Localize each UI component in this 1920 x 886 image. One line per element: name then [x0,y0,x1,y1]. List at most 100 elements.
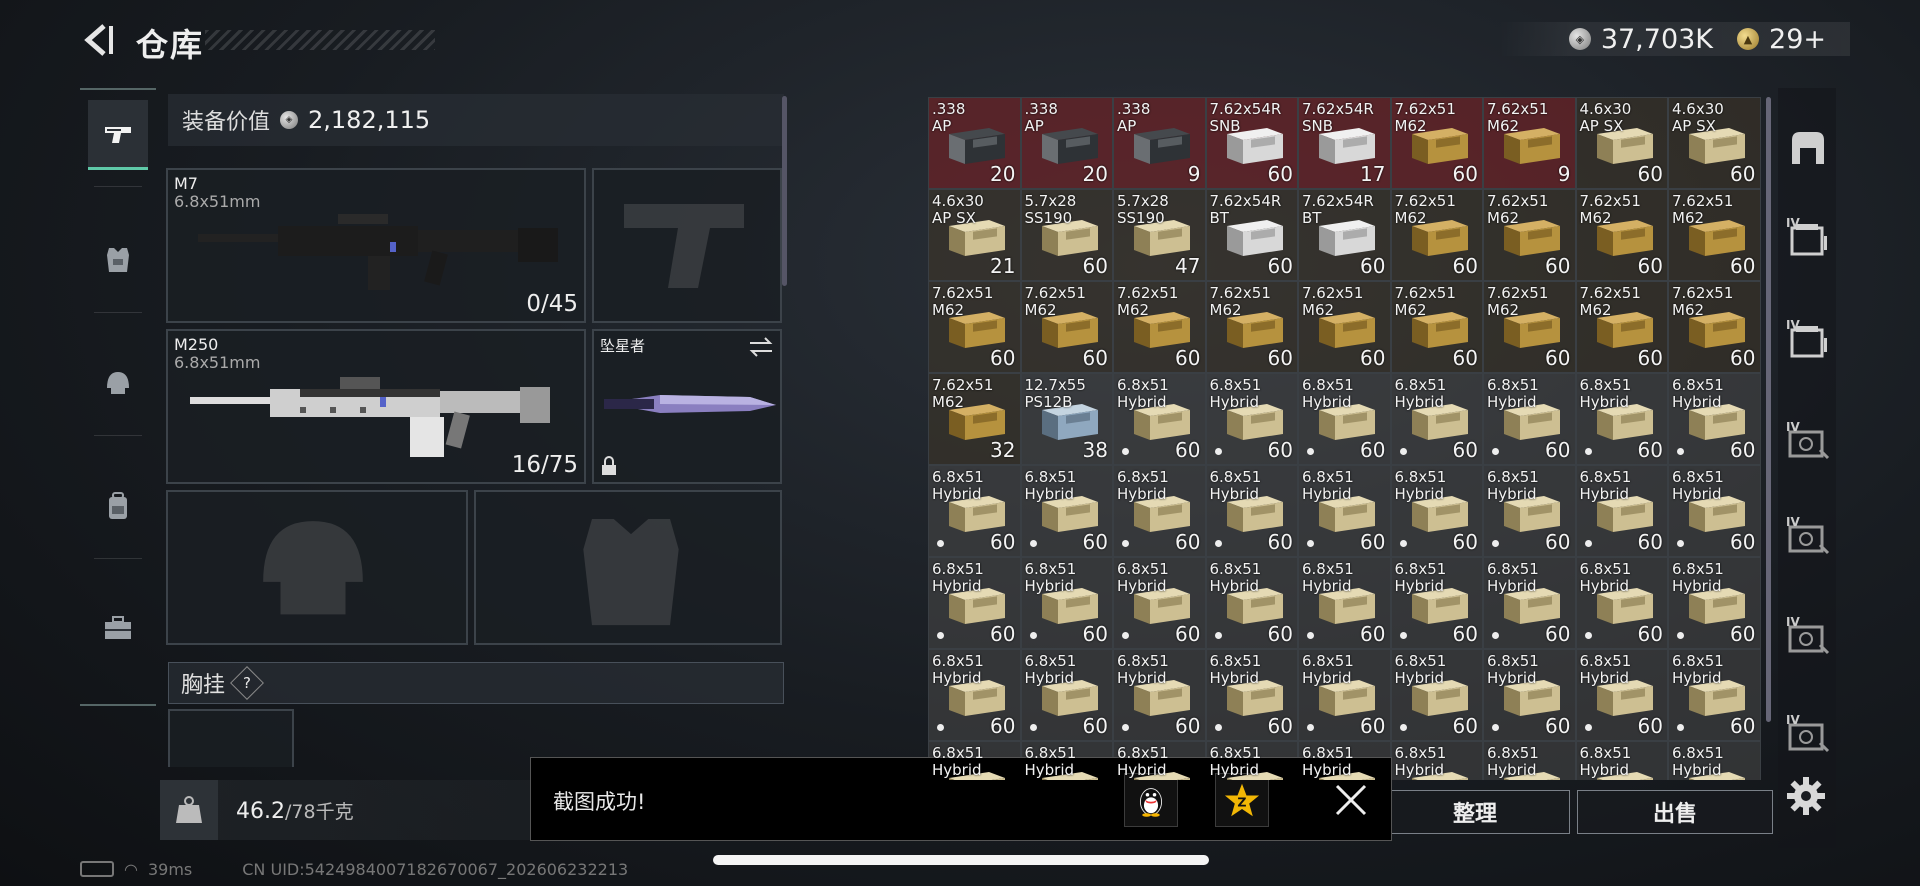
stash-item[interactable]: .338 AP 9 [1113,97,1206,189]
stash-item[interactable]: 7.62x51 M62 60 [1668,281,1761,373]
stash-item[interactable]: 5.7x28 SS190 60 [1020,189,1113,281]
stash-item[interactable]: 6.8x51 Hybrid 60 [1575,557,1668,649]
stash-item[interactable]: 6.8x51 Hybrid 60 [1668,373,1761,465]
stash-item[interactable]: 6.8x51 Hybrid 60 [1575,649,1668,741]
stash-item[interactable]: 4.6x30 AP SX 60 [1575,97,1668,189]
stash-item[interactable]: 5.7x28 SS190 47 [1113,189,1206,281]
helmet-slot[interactable] [166,490,468,645]
melee-slot[interactable]: 坠星者 [592,329,782,484]
stash-item[interactable]: 6.8x51 Hybrid [1575,741,1668,780]
settings-button[interactable] [1783,773,1829,819]
stash-item[interactable]: 6.8x51 Hybrid 60 [1298,465,1391,557]
swap-icon[interactable] [748,337,774,357]
tab-toolbox[interactable] [88,593,148,663]
marker-dot-icon [1307,540,1314,547]
stash-item[interactable]: 6.8x51 Hybrid 60 [1390,649,1483,741]
storage-case-button[interactable]: IV [1786,713,1830,757]
sort-button[interactable]: 整理 [1380,790,1570,834]
stash-item[interactable]: 7.62x51 M62 60 [1575,281,1668,373]
storage-case-button[interactable]: IV [1786,420,1830,464]
help-icon[interactable]: ? [230,666,264,700]
tab-backpack[interactable] [88,471,148,541]
stash-item[interactable]: 6.8x51 Hybrid 60 [1020,465,1113,557]
close-button[interactable] [1331,780,1371,820]
stash-item[interactable]: 7.62x51 M62 60 [1668,189,1761,281]
stash-item[interactable]: 7.62x51 M62 60 [1020,281,1113,373]
stash-item[interactable]: 7.62x51 M62 60 [1483,189,1576,281]
primary-weapon-slot[interactable]: M7 6.8x51mm 0/45 [166,168,586,323]
stash-item[interactable]: 6.8x51 Hybrid [1668,741,1761,780]
stash-item[interactable]: 7.62x51 M62 60 [1205,281,1298,373]
stash-item[interactable]: 6.8x51 Hybrid 60 [928,465,1021,557]
stash-item[interactable]: 7.62x54R BT 60 [1298,189,1391,281]
stash-item[interactable]: 7.62x51 M62 60 [1390,97,1483,189]
stash-item[interactable]: 6.8x51 Hybrid 60 [1483,557,1576,649]
stash-item[interactable]: 6.8x51 Hybrid 60 [1205,649,1298,741]
stash-item[interactable]: 4.6x30 AP SX 60 [1668,97,1761,189]
stash-item[interactable]: 7.62x51 M62 60 [1575,189,1668,281]
stash-item[interactable]: 7.62x51 M62 32 [928,373,1021,465]
stash-item[interactable]: 6.8x51 Hybrid 60 [1113,557,1206,649]
tab-armor[interactable] [88,225,148,295]
equipment-scrollbar[interactable] [782,96,787,286]
sell-button[interactable]: 出售 [1577,790,1773,834]
stash-item[interactable]: 6.8x51 Hybrid 60 [928,649,1021,741]
storage-crate-button[interactable]: IV [1786,318,1830,362]
storage-case-button[interactable]: IV [1786,615,1830,659]
share-qzone-button[interactable]: Z [1215,773,1269,827]
stash-item[interactable]: 6.8x51 Hybrid 60 [1668,557,1761,649]
tab-weapons[interactable] [88,100,148,170]
stash-item[interactable]: 7.62x51 M62 60 [928,281,1021,373]
stash-item[interactable]: 6.8x51 Hybrid 60 [1483,373,1576,465]
storage-case-button[interactable]: IV [1786,515,1830,559]
share-qq-button[interactable] [1124,773,1178,827]
stash-scrollbar[interactable] [1766,97,1771,722]
stash-item[interactable]: 7.62x54R SNB 60 [1205,97,1298,189]
secondary-weapon-slot[interactable]: M250 6.8x51mm 16/75 [166,329,586,484]
stash-item[interactable]: 6.8x51 Hybrid 60 [1575,465,1668,557]
stash-item[interactable]: 6.8x51 Hybrid 60 [1668,649,1761,741]
stash-item[interactable]: 6.8x51 Hybrid 60 [1205,373,1298,465]
stash-item[interactable]: 6.8x51 Hybrid 60 [1298,649,1391,741]
stash-item[interactable]: 6.8x51 Hybrid 60 [1113,649,1206,741]
stash-item[interactable]: 7.62x51 M62 60 [1390,281,1483,373]
stash-item[interactable]: 12.7x55 PS12B 38 [1020,373,1113,465]
stash-item[interactable]: 7.62x54R SNB 17 [1298,97,1391,189]
stash-item[interactable]: 6.8x51 Hybrid 60 [1390,465,1483,557]
stash-item[interactable]: 7.62x51 M62 60 [1113,281,1206,373]
home-indicator[interactable] [713,855,1209,865]
stash-item[interactable]: 6.8x51 Hybrid 60 [1668,465,1761,557]
stash-item[interactable]: 6.8x51 Hybrid 60 [1483,649,1576,741]
stash-item[interactable]: 6.8x51 Hybrid 60 [1020,557,1113,649]
stash-item[interactable]: 6.8x51 Hybrid [1390,741,1483,780]
stash-item[interactable]: 6.8x51 Hybrid 60 [1298,557,1391,649]
tab-helmet[interactable] [88,348,148,418]
stash-item[interactable]: 7.62x51 M62 60 [1298,281,1391,373]
gold-amount[interactable]: 29+ [1769,24,1826,55]
stash-item[interactable]: .338 AP 20 [1020,97,1113,189]
stash-item[interactable]: .338 AP 20 [928,97,1021,189]
stash-item[interactable]: 6.8x51 Hybrid 60 [1113,373,1206,465]
stash-item[interactable]: 4.6x30 AP SX 21 [928,189,1021,281]
armor-slot[interactable] [474,490,782,645]
stash-item[interactable]: 6.8x51 Hybrid 60 [1205,557,1298,649]
stash-item[interactable]: 6.8x51 Hybrid 60 [928,557,1021,649]
stash-item[interactable]: 6.8x51 Hybrid 60 [1483,465,1576,557]
stash-item[interactable]: 7.62x54R BT 60 [1205,189,1298,281]
stash-item[interactable]: 6.8x51 Hybrid 60 [1113,465,1206,557]
chest-rig-slot[interactable] [168,709,294,767]
safe-box-button[interactable] [1786,126,1830,170]
stash-item[interactable]: 6.8x51 Hybrid 60 [1390,373,1483,465]
stash-item[interactable]: 6.8x51 Hybrid 60 [1205,465,1298,557]
storage-crate-button[interactable]: IV [1786,216,1830,260]
stash-item[interactable]: 6.8x51 Hybrid 60 [1298,373,1391,465]
stash-item[interactable]: 6.8x51 Hybrid 60 [1020,649,1113,741]
stash-item[interactable]: 7.62x51 M62 60 [1390,189,1483,281]
stash-item[interactable]: 6.8x51 Hybrid [1483,741,1576,780]
stash-item[interactable]: 7.62x51 M62 60 [1483,281,1576,373]
pistol-slot[interactable] [592,168,782,323]
stash-item[interactable]: 6.8x51 Hybrid 60 [1390,557,1483,649]
back-button[interactable] [80,20,116,60]
stash-item[interactable]: 6.8x51 Hybrid 60 [1575,373,1668,465]
stash-item[interactable]: 7.62x51 M62 9 [1483,97,1576,189]
